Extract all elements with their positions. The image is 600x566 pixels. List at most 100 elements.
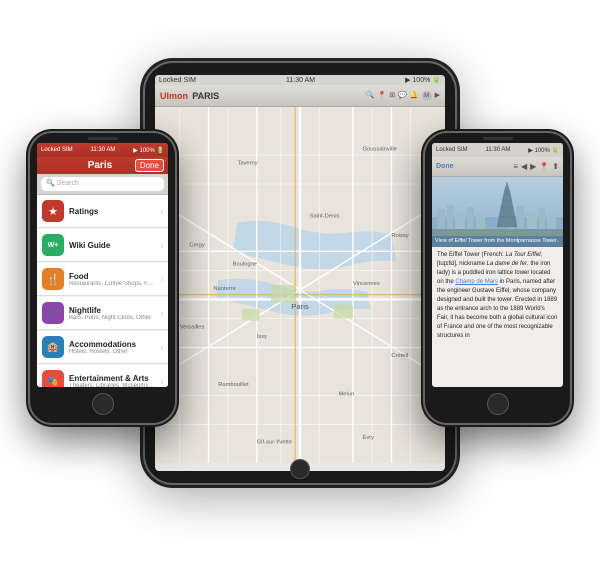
arrow-icon[interactable]: ▶ <box>435 91 440 101</box>
battery-icon: 🔋 <box>157 148 164 154</box>
ipad-status-center: 11:30 AM <box>286 77 315 84</box>
wiki-chevron: › <box>160 241 163 250</box>
iphone-left-device: Locked SIM 11:30 AM ▶ 100% 🔋 Paris Done … <box>30 133 175 423</box>
food-title: Food <box>69 272 155 281</box>
scene: Locked SIM 11:30 AM ▶ 100% 🔋 Ulmon PARIS… <box>10 13 590 553</box>
svg-text:Roissy: Roissy <box>391 233 408 239</box>
food-text: Food Restaurants, Coffee Shops, Fast... <box>69 272 155 287</box>
svg-text:Évry: Évry <box>363 434 375 441</box>
nightlife-title: Nightlife <box>69 306 155 315</box>
ipad-home-button[interactable] <box>290 459 310 479</box>
iphone-right-photo: View of Eiffel Tower from the Montparnas… <box>432 177 563 247</box>
pin-icon[interactable]: 📍 <box>539 162 549 171</box>
svg-text:Rambouillet: Rambouillet <box>218 382 249 388</box>
circle-icon: M <box>422 91 432 101</box>
food-sub: Restaurants, Coffee Shops, Fast... <box>69 281 155 287</box>
ipad-status-right: ▶ 100% 🔋 <box>405 76 441 84</box>
iphone-left-title: Paris <box>88 160 112 171</box>
wiki-text: Wiki Guide <box>69 241 155 250</box>
menu-item-accommodations[interactable]: 🏨 Accommodations Hotels, Hostels, Other … <box>37 331 168 364</box>
next-icon[interactable]: ▶ <box>530 162 536 171</box>
ratings-text: Ratings <box>69 207 155 216</box>
entertainment-title: Entertainment & Arts <box>69 374 155 383</box>
ratings-chevron: › <box>160 207 163 216</box>
menu-item-food[interactable]: 🍴 Food Restaurants, Coffee Shops, Fast..… <box>37 263 168 296</box>
svg-text:Cergy: Cergy <box>189 243 204 249</box>
svg-text:Melun: Melun <box>338 392 354 398</box>
ipad-device: Locked SIM 11:30 AM ▶ 100% 🔋 Ulmon PARIS… <box>145 63 455 483</box>
chat-icon[interactable]: 💬 <box>398 91 407 101</box>
accommodations-icon-box: 🏨 <box>42 336 64 358</box>
iphone-left-search-input[interactable]: 🔍 Search <box>41 177 164 191</box>
svg-text:Issy: Issy <box>257 334 267 340</box>
signal-icon: ▶ <box>133 148 138 154</box>
share-icon[interactable]: ⬆ <box>552 162 559 171</box>
svg-text:Nanterre: Nanterre <box>213 286 235 292</box>
iphone-right-done-btn[interactable]: Done <box>436 163 454 170</box>
nightlife-text: Nightlife Bars, Pubs, Night Clubs, Other <box>69 306 155 321</box>
iphone-right-device: Locked SIM 11:30 AM ▶ 100% 🔋 Done ≡ ◀ ▶ … <box>425 133 570 423</box>
iphone-right-status-right: ▶ 100% 🔋 <box>528 147 559 154</box>
menu-item-entertainment[interactable]: 🎭 Entertainment & Arts Theaters, Librari… <box>37 365 168 387</box>
battery-icon-r: 🔋 <box>552 148 559 154</box>
iphone-right-status-center: 11:30 AM <box>485 147 510 153</box>
map-svg: Paris Taverny Goussainville Cergy Roissy… <box>155 107 445 463</box>
accommodations-text: Accommodations Hotels, Hostels, Other <box>69 340 155 355</box>
search-icon[interactable]: 🔍 <box>366 91 375 101</box>
ipad-nav-bar: Ulmon PARIS 🔍 📍 ⊞ 💬 🔔 M ▶ <box>155 85 445 107</box>
svg-text:Gif-sur-Yvette: Gif-sur-Yvette <box>257 440 292 446</box>
layers-icon[interactable]: ⊞ <box>389 91 395 101</box>
accommodations-title: Accommodations <box>69 340 155 349</box>
iphone-left-home-button[interactable] <box>92 393 114 415</box>
svg-text:Créteil: Créteil <box>391 353 408 359</box>
iphone-right-nav-icons: ≡ ◀ ▶ 📍 ⬆ <box>513 162 559 171</box>
iphone-right-status-left: Locked SIM <box>436 147 468 153</box>
nightlife-icon-box: 🎵 <box>42 302 64 324</box>
iphone-right-screen: Locked SIM 11:30 AM ▶ 100% 🔋 Done ≡ ◀ ▶ … <box>432 143 563 387</box>
entertainment-icon-box: 🎭 <box>42 370 64 387</box>
food-chevron: › <box>160 275 163 284</box>
ipad-status-bar: Locked SIM 11:30 AM ▶ 100% 🔋 <box>155 75 445 85</box>
iphone-left-screen: Locked SIM 11:30 AM ▶ 100% 🔋 Paris Done … <box>37 143 168 387</box>
ipad-map[interactable]: Paris Taverny Goussainville Cergy Roissy… <box>155 107 445 463</box>
prev-icon[interactable]: ◀ <box>521 162 527 171</box>
entertainment-text: Entertainment & Arts Theaters, Libraries… <box>69 374 155 388</box>
svg-text:Saint-Denis: Saint-Denis <box>310 214 340 220</box>
nightlife-chevron: › <box>160 309 163 318</box>
iphone-right-photo-caption: View of Eiffel Tower from the Montparnas… <box>432 236 563 247</box>
svg-text:Versailles: Versailles <box>180 324 205 330</box>
iphone-left-search-bar: 🔍 Search <box>37 174 168 195</box>
signal-icon-r: ▶ <box>528 148 533 154</box>
menu-item-wiki[interactable]: W+ Wiki Guide › <box>37 229 168 262</box>
entertainment-chevron: › <box>160 377 163 386</box>
iphone-left-speaker <box>88 137 118 140</box>
wiki-title: Wiki Guide <box>69 241 155 250</box>
iphone-left-menu-list: ★ Ratings › W+ Wiki Guide › 🍴 <box>37 195 168 387</box>
ipad-status-left: Locked SIM <box>159 77 196 84</box>
iphone-right-nav: Done ≡ ◀ ▶ 📍 ⬆ <box>432 157 563 177</box>
svg-text:Vincennes: Vincennes <box>353 281 380 287</box>
iphone-left-title-bar: Paris Done <box>37 157 168 174</box>
iphone-right-article[interactable]: The Eiffel Tower (French: La Tour Eiffel… <box>432 247 563 387</box>
iphone-right-speaker <box>483 137 513 140</box>
ipad-logo: Ulmon PARIS <box>160 91 219 101</box>
wiki-icon-box: W+ <box>42 234 64 256</box>
iphone-left-status-left: Locked SIM <box>41 147 73 153</box>
accommodations-chevron: › <box>160 343 163 352</box>
iphone-right-status: Locked SIM 11:30 AM ▶ 100% 🔋 <box>432 143 563 157</box>
ipad-nav-icons: 🔍 📍 ⊞ 💬 🔔 M ▶ <box>366 91 440 101</box>
iphone-left-done-btn[interactable]: Done <box>135 159 164 172</box>
ratings-icon-box: ★ <box>42 200 64 222</box>
notification-icon[interactable]: 🔔 <box>410 91 419 101</box>
iphone-right-home-button[interactable] <box>487 393 509 415</box>
menu-item-ratings[interactable]: ★ Ratings › <box>37 195 168 228</box>
list-icon[interactable]: ≡ <box>513 162 518 171</box>
svg-text:Paris: Paris <box>291 302 309 311</box>
iphone-left-status-right: ▶ 100% 🔋 <box>133 147 164 154</box>
ratings-title: Ratings <box>69 207 155 216</box>
svg-text:Taverny: Taverny <box>237 161 257 167</box>
svg-text:Goussainville: Goussainville <box>363 146 397 152</box>
menu-item-nightlife[interactable]: 🎵 Nightlife Bars, Pubs, Night Clubs, Oth… <box>37 297 168 330</box>
location-icon[interactable]: 📍 <box>378 91 387 101</box>
iphone-left-status: Locked SIM 11:30 AM ▶ 100% 🔋 <box>37 143 168 157</box>
